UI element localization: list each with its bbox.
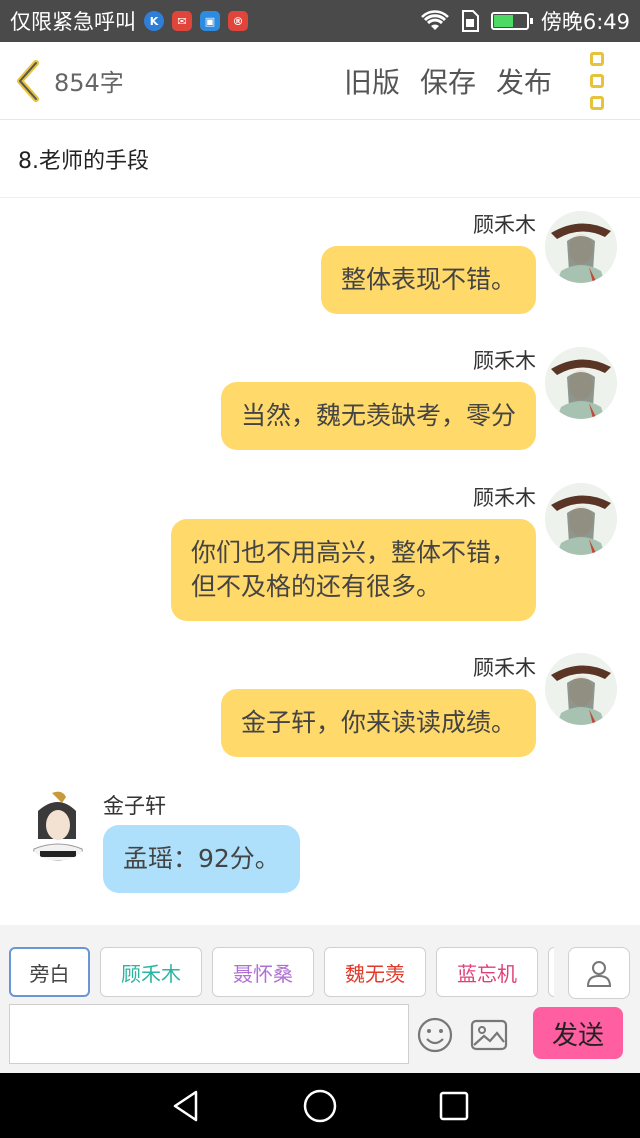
chat-area[interactable]: 顾禾木 整体表现不错。 顾禾木 当然，魏无羡缺考，零分 顾禾木 你们也不用高兴，…: [0, 199, 640, 925]
send-label: 发送: [551, 1020, 604, 1051]
speaker-name: 顾禾木: [473, 656, 536, 680]
avatar[interactable]: [545, 347, 617, 419]
emoji-button[interactable]: [416, 1016, 454, 1054]
back-arrow-icon: [17, 59, 39, 102]
character-chip-narrator[interactable]: 旁白: [9, 947, 90, 997]
speaker-name: 顾禾木: [473, 213, 536, 237]
k-app-icon: K: [144, 11, 164, 31]
message-bubble[interactable]: 整体表现不错。: [320, 246, 536, 314]
speaker-name: 顾禾木: [473, 349, 536, 373]
editor-header: 854字 旧版 保存 发布: [0, 42, 640, 120]
chip-label: 顾禾木: [121, 961, 181, 986]
character-chip[interactable]: 顾禾木: [100, 947, 202, 997]
character-chip[interactable]: 魏无羡: [324, 947, 426, 997]
status-carrier-text: 仅限紧急呼叫: [10, 10, 136, 34]
word-count: 854字: [54, 69, 124, 97]
save-button[interactable]: 保存: [420, 61, 476, 101]
manage-characters-button[interactable]: [568, 947, 630, 999]
chip-label: 旁白: [29, 961, 70, 986]
character-selector: 旁白 顾禾木 聂怀桑 魏无羡 蓝忘机: [9, 947, 554, 999]
character-avatar-icon: [545, 347, 617, 419]
publish-button[interactable]: 发布: [496, 61, 552, 101]
character-chip[interactable]: [548, 947, 554, 997]
old-version-button[interactable]: 旧版: [344, 61, 400, 101]
composer-panel: 旁白 顾禾木 聂怀桑 魏无羡 蓝忘机 发送: [0, 925, 640, 1073]
chip-label: 聂怀桑: [233, 961, 293, 986]
character-avatar-icon: [545, 483, 617, 555]
recents-nav-icon[interactable]: [438, 1090, 470, 1122]
chapter-title[interactable]: 8.老师的手段: [0, 120, 640, 198]
avatar[interactable]: [545, 211, 617, 283]
avatar[interactable]: [545, 483, 617, 555]
message-text-line: 你们也不用高兴，整体不错，: [190, 538, 516, 567]
message-input[interactable]: [9, 1004, 409, 1064]
chapter-title-text: 8.老师的手段: [18, 148, 149, 174]
sim-card-icon: [461, 10, 479, 32]
back-button[interactable]: [0, 42, 54, 120]
send-button[interactable]: 发送: [533, 1007, 623, 1059]
status-time: 傍晚6:49: [540, 10, 630, 34]
avatar[interactable]: [545, 653, 617, 725]
message-text: 整体表现不错。: [340, 265, 516, 294]
message-bubble[interactable]: 你们也不用高兴，整体不错， 但不及格的还有很多。: [170, 519, 536, 621]
person-icon: [586, 961, 612, 987]
avatar[interactable]: [22, 789, 94, 861]
message-text: 金子轩，你来读读成绩。: [240, 708, 516, 737]
character-chip[interactable]: 蓝忘机: [436, 947, 538, 997]
smiley-icon: [417, 1017, 453, 1053]
wifi-icon: [420, 10, 449, 30]
battery-icon: [490, 12, 533, 30]
message-bubble[interactable]: 当然，魏无羡缺考，零分: [220, 382, 536, 450]
message-text: 孟瑶：92分。: [123, 844, 280, 873]
gallery-icon: ▣: [200, 11, 220, 31]
character-chip[interactable]: 聂怀桑: [212, 947, 314, 997]
more-menu-icon[interactable]: [572, 51, 622, 110]
message-text-line: 但不及格的还有很多。: [190, 572, 441, 601]
image-icon: [470, 1019, 508, 1051]
message-text: 当然，魏无羡缺考，零分: [240, 401, 516, 430]
back-nav-icon[interactable]: [170, 1089, 202, 1123]
message-bubble[interactable]: 孟瑶：92分。: [103, 825, 300, 893]
system-nav-bar: [0, 1073, 640, 1138]
character-avatar-icon: [545, 653, 617, 725]
app-notification-icon: ®: [228, 11, 248, 31]
mail-icon: ✉: [172, 11, 192, 31]
character-avatar-icon: [545, 211, 617, 283]
speaker-name: 顾禾木: [473, 486, 536, 510]
chip-label: 魏无羡: [345, 961, 405, 986]
chip-label: 蓝忘机: [457, 961, 517, 986]
character-avatar-icon: [22, 789, 94, 861]
image-button[interactable]: [470, 1018, 508, 1052]
message-bubble[interactable]: 金子轩，你来读读成绩。: [220, 689, 536, 757]
status-bar: 仅限紧急呼叫 K ✉ ▣ ® 傍晚6:49: [0, 0, 640, 42]
home-nav-icon[interactable]: [302, 1088, 338, 1124]
speaker-name: 金子轩: [103, 794, 166, 818]
